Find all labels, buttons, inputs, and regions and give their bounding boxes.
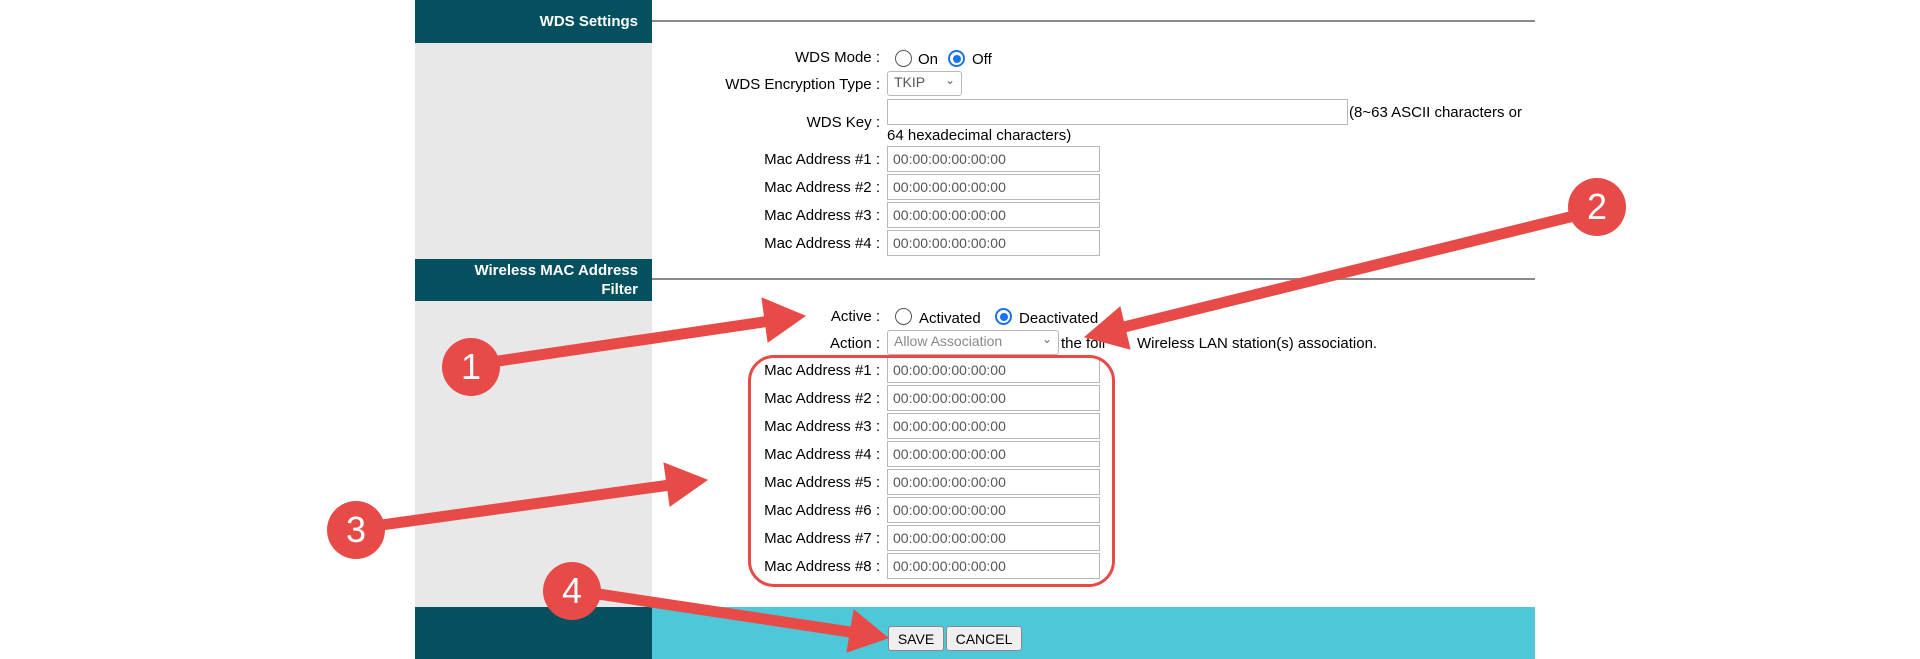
arrow-3 [354, 479, 676, 534]
arrow-3-head [663, 462, 709, 507]
annotation-badge-4: 4 [543, 562, 601, 620]
arrow-4-head [846, 609, 890, 653]
arrow-2 [1114, 206, 1596, 334]
arrow-1-head [761, 297, 807, 343]
annotation-badge-1: 1 [442, 338, 500, 396]
arrow-2-head [1083, 306, 1131, 350]
annotation-arrows [354, 206, 1596, 653]
annotation-badge-3: 3 [327, 501, 385, 559]
arrow-4 [566, 584, 856, 638]
arrow-1 [472, 315, 776, 370]
annotation-badge-2: 2 [1568, 178, 1626, 236]
